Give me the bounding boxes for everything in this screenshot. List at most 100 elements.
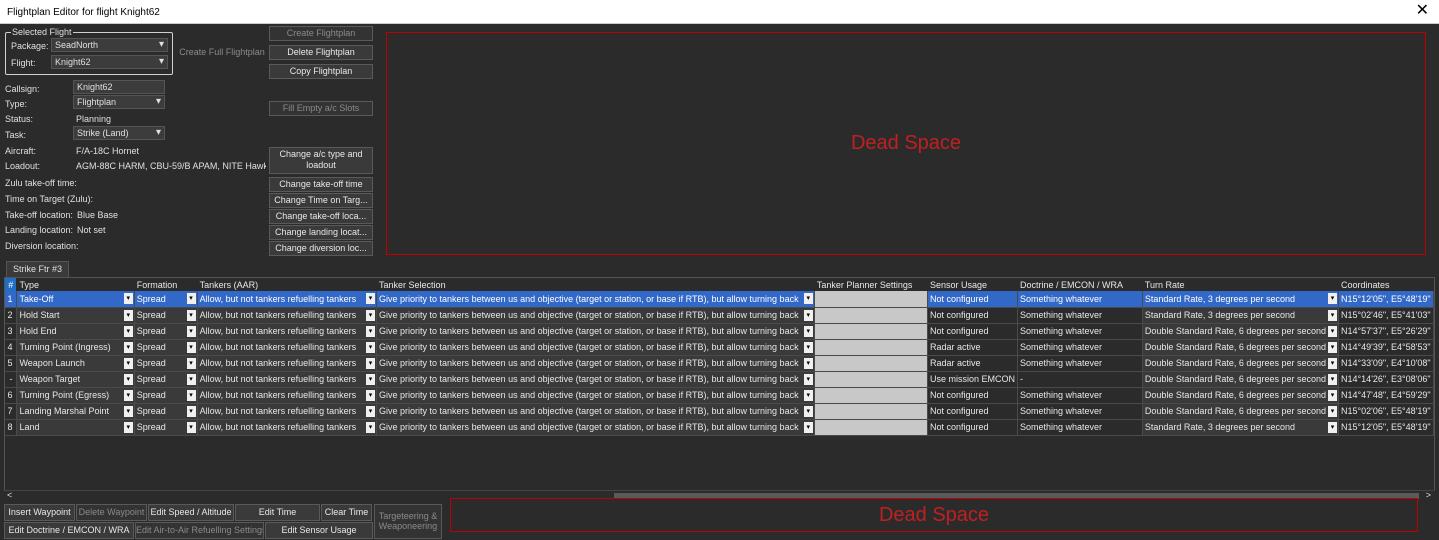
tanker-selection-cell[interactable]: Give priority to tankers between us and … xyxy=(376,419,815,436)
tankers-cell[interactable]: Allow, but not tankers refuelling tanker… xyxy=(197,371,378,388)
doctrine-cell[interactable]: Something whatever xyxy=(1017,307,1143,324)
chevron-down-icon[interactable]: ▾ xyxy=(186,293,196,304)
tankers-cell[interactable]: Allow, but not tankers refuelling tanker… xyxy=(197,291,378,308)
tanker-planner-cell[interactable] xyxy=(814,387,928,404)
waypoint-number[interactable]: 2 xyxy=(5,307,18,324)
chevron-down-icon[interactable]: ▾ xyxy=(186,341,196,353)
formation-cell[interactable]: Spread ▾ xyxy=(134,291,198,308)
waypoint-number[interactable]: 6 xyxy=(5,387,18,404)
chevron-down-icon[interactable]: ▾ xyxy=(366,293,376,304)
column-header-tanker-planner[interactable]: Tanker Planner Settings xyxy=(814,278,928,291)
chevron-down-icon[interactable]: ▾ xyxy=(803,341,813,353)
chevron-down-icon[interactable]: ▾ xyxy=(123,357,133,369)
edit-aar-settings-button[interactable]: Edit Air-to-Air Refuelling Settings xyxy=(135,522,264,539)
turn-rate-cell[interactable]: Double Standard Rate, 6 degrees per seco… xyxy=(1142,355,1339,372)
chevron-down-icon[interactable]: ▾ xyxy=(366,389,376,401)
chevron-down-icon[interactable]: ▾ xyxy=(803,373,813,385)
edit-sensor-usage-button[interactable]: Edit Sensor Usage xyxy=(265,522,373,539)
tanker-planner-cell[interactable] xyxy=(814,323,928,340)
fill-empty-slots-button[interactable]: Fill Empty a/c Slots xyxy=(269,101,373,116)
waypoint-number[interactable]: 7 xyxy=(5,403,18,420)
copy-flightplan-button[interactable]: Copy Flightplan xyxy=(269,64,373,79)
waypoint-number[interactable]: 4 xyxy=(5,339,18,356)
chevron-down-icon[interactable]: ▾ xyxy=(803,325,813,337)
flight-select[interactable]: Knight62 ▾ xyxy=(51,55,168,69)
chevron-down-icon[interactable]: ▾ xyxy=(1327,309,1337,321)
doctrine-cell[interactable]: Something whatever xyxy=(1017,355,1143,372)
waypoint-row[interactable]: 7 Landing Marshal Point ▾ Spread ▾ Allow, but… xyxy=(5,403,1434,420)
insert-waypoint-button[interactable]: Insert Waypoint xyxy=(4,504,75,521)
formation-cell[interactable]: Spread ▾ xyxy=(134,419,198,436)
chevron-down-icon[interactable]: ▾ xyxy=(1327,325,1337,337)
chevron-down-icon[interactable]: ▾ xyxy=(1327,373,1337,385)
turn-rate-cell[interactable]: Standard Rate, 3 degrees per second ▾ xyxy=(1142,419,1339,436)
chevron-down-icon[interactable]: ▾ xyxy=(123,293,133,304)
chevron-down-icon[interactable]: ▾ xyxy=(1327,389,1337,401)
coordinates-cell[interactable]: N15°02'06", E5°48'19" xyxy=(1338,403,1434,420)
edit-doctrine-button[interactable]: Edit Doctrine / EMCON / WRA xyxy=(4,522,134,539)
delete-waypoint-button[interactable]: Delete Waypoint xyxy=(76,504,147,521)
column-header-turn-rate[interactable]: Turn Rate xyxy=(1142,278,1339,291)
column-header-num[interactable]: # xyxy=(5,278,18,291)
create-full-flightplan-button[interactable]: Create Full Flightplan xyxy=(176,45,268,60)
waypoint-type-cell[interactable]: Hold End ▾ xyxy=(16,323,135,340)
change-landing-location-button[interactable]: Change landing locat... xyxy=(269,225,373,240)
coordinates-cell[interactable]: N14°57'37", E5°26'29" xyxy=(1338,323,1434,340)
tankers-cell[interactable]: Allow, but not tankers refuelling tanker… xyxy=(197,323,378,340)
create-flightplan-button[interactable]: Create Flightplan xyxy=(269,26,373,41)
change-tot-button[interactable]: Change Time on Targ... xyxy=(269,193,373,208)
waypoint-row[interactable]: 3 Hold End ▾ Spread ▾ Allow, but not tankers … xyxy=(5,323,1434,340)
column-header-type[interactable]: Type xyxy=(16,278,135,291)
tankers-cell[interactable]: Allow, but not tankers refuelling tanker… xyxy=(197,339,378,356)
change-takeoff-time-button[interactable]: Change take-off time xyxy=(269,177,373,192)
doctrine-cell[interactable]: Something whatever xyxy=(1017,403,1143,420)
sensor-usage-cell[interactable]: Not configured xyxy=(927,323,1018,340)
formation-cell[interactable]: Spread ▾ xyxy=(134,371,198,388)
waypoint-type-cell[interactable]: Land ▾ xyxy=(16,419,135,436)
formation-cell[interactable]: Spread ▾ xyxy=(134,307,198,324)
column-header-tankers[interactable]: Tankers (AAR) xyxy=(197,278,378,291)
chevron-down-icon[interactable]: ▾ xyxy=(803,309,813,321)
clear-time-button[interactable]: Clear Time xyxy=(321,504,372,521)
sensor-usage-cell[interactable]: Not configured xyxy=(927,307,1018,324)
column-header-sensor[interactable]: Sensor Usage xyxy=(927,278,1018,291)
chevron-down-icon[interactable]: ▾ xyxy=(186,325,196,337)
chevron-down-icon[interactable]: ▾ xyxy=(366,309,376,321)
waypoint-type-cell[interactable]: Weapon Launch ▾ xyxy=(16,355,135,372)
chevron-down-icon[interactable]: ▾ xyxy=(366,341,376,353)
coordinates-cell[interactable]: N14°14'26", E3°08'06" xyxy=(1338,371,1434,388)
targeteering-weaponeering-button[interactable]: Targeteering & Weaponeering xyxy=(374,504,442,539)
chevron-down-icon[interactable]: ▾ xyxy=(186,373,196,385)
change-aircraft-type-button[interactable]: Change a/c type and loadout xyxy=(269,147,373,174)
edit-speed-altitude-button[interactable]: Edit Speed / Altitude xyxy=(148,504,234,521)
waypoint-number[interactable]: - xyxy=(5,371,18,388)
waypoint-type-cell[interactable]: Landing Marshal Point ▾ xyxy=(16,403,135,420)
sensor-usage-cell[interactable]: Use mission EMCON xyxy=(927,371,1018,388)
waypoint-row[interactable]: - Weapon Target ▾ Spread ▾ Allow, but not tan… xyxy=(5,371,1434,388)
chevron-down-icon[interactable]: ▾ xyxy=(1327,357,1337,369)
waypoint-row[interactable]: 4 Turning Point (Ingress) ▾ Spread ▾ Allow, b… xyxy=(5,339,1434,356)
doctrine-cell[interactable]: Something whatever xyxy=(1017,339,1143,356)
delete-flightplan-button[interactable]: Delete Flightplan xyxy=(269,45,373,60)
tankers-cell[interactable]: Allow, but not tankers refuelling tanker… xyxy=(197,355,378,372)
chevron-down-icon[interactable]: ▾ xyxy=(186,309,196,321)
tanker-planner-cell[interactable] xyxy=(814,307,928,324)
turn-rate-cell[interactable]: Double Standard Rate, 6 degrees per seco… xyxy=(1142,323,1339,340)
tankers-cell[interactable]: Allow, but not tankers refuelling tanker… xyxy=(197,387,378,404)
waypoint-number[interactable]: 5 xyxy=(5,355,18,372)
tanker-selection-cell[interactable]: Give priority to tankers between us and … xyxy=(376,403,815,420)
tanker-selection-cell[interactable]: Give priority to tankers between us and … xyxy=(376,371,815,388)
turn-rate-cell[interactable]: Double Standard Rate, 6 degrees per seco… xyxy=(1142,339,1339,356)
chevron-down-icon[interactable]: ▾ xyxy=(366,405,376,417)
change-diversion-location-button[interactable]: Change diversion loc... xyxy=(269,241,373,256)
coordinates-cell[interactable]: N15°12'05", E5°48'19" xyxy=(1338,419,1434,436)
chevron-down-icon[interactable]: ▾ xyxy=(186,421,196,433)
chevron-down-icon[interactable]: ▾ xyxy=(803,421,813,433)
sensor-usage-cell[interactable]: Not configured xyxy=(927,419,1018,436)
tanker-planner-cell[interactable] xyxy=(814,355,928,372)
scroll-right-icon[interactable]: > xyxy=(1426,490,1431,500)
callsign-input[interactable]: Knight62 xyxy=(73,80,165,94)
tanker-selection-cell[interactable]: Give priority to tankers between us and … xyxy=(376,291,815,308)
doctrine-cell[interactable]: Something whatever xyxy=(1017,323,1143,340)
tanker-selection-cell[interactable]: Give priority to tankers between us and … xyxy=(376,323,815,340)
